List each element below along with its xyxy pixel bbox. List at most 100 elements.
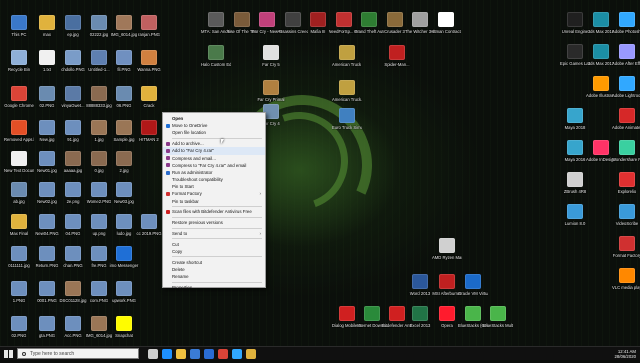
- menu-item-send-to[interactable]: Send to ›: [163, 230, 265, 237]
- desktop-icon-this-pc[interactable]: This PC: [4, 15, 34, 47]
- desktop-icon-chrome[interactable]: Google Chrome: [4, 86, 34, 118]
- desktop-icon-wanna[interactable]: Wanna.PNG: [134, 50, 164, 82]
- idm-icon: [364, 306, 380, 321]
- desktop-icon-word[interactable]: Word 2013: [405, 274, 435, 306]
- menu-item-rename[interactable]: Rename: [163, 273, 265, 280]
- desktop-icon-s0111[interactable]: 0111111.jpg: [4, 246, 34, 278]
- menu-item-add-to-far-cry-4-rar[interactable]: Add to "Far Cry 4.rar": [163, 147, 265, 155]
- desktop-icon-format-factory[interactable]: Format Factory: [612, 236, 640, 268]
- menu-item-compress-to-far-cry-4-rar-and-email[interactable]: Compress to "Far Cry 4.rar" and email: [163, 162, 265, 169]
- menu-item-format-factory[interactable]: Format Factory ›: [163, 190, 265, 197]
- desktop-icon-snapchat[interactable]: Snapchat: [109, 316, 139, 346]
- taskbar-chrome-icon[interactable]: [218, 349, 228, 359]
- menu-item-label: Properties: [172, 284, 193, 290]
- menu-item-restore-previous-versions[interactable]: Restore previous versions: [163, 219, 265, 226]
- menu-item-run-as-administrator[interactable]: Run as administrator: [163, 169, 265, 176]
- desktop-icon-aftereffects[interactable]: Adobe After Effects 2019: [612, 44, 640, 76]
- desktop-icon-maya2018[interactable]: Maya 2018: [560, 108, 590, 140]
- menu-item-create-shortcut[interactable]: Create shortcut: [163, 259, 265, 266]
- desktop-icon-ets2[interactable]: Euro Truck Simulator 2: [332, 108, 362, 140]
- desktop-icon-label: Hitman Contracts...: [430, 29, 461, 34]
- desktop-icon-amd[interactable]: AMD Ryzen Master: [432, 238, 462, 270]
- fil-icon: [116, 50, 132, 65]
- menu-item-properties[interactable]: Properties: [163, 284, 265, 291]
- menu-item-move-to-onedrive[interactable]: Move to OneDrive: [163, 122, 265, 129]
- menu-item-cut[interactable]: Cut: [163, 241, 265, 248]
- desktop-icon-imo[interactable]: imo Messenger: [109, 246, 139, 278]
- desktop-icon-f02b[interactable]: 02.PNG: [4, 316, 34, 346]
- desktop-icon-newtext[interactable]: New Text Document...: [4, 151, 34, 183]
- excel-icon: [412, 306, 428, 321]
- img6014b-icon: [91, 316, 107, 331]
- taskbar-search-box[interactable]: Type here to search: [17, 348, 139, 359]
- taskbar-mail-icon[interactable]: [204, 349, 214, 359]
- menu-item-compress-and-email[interactable]: Compress and email...: [163, 155, 265, 162]
- taskbar-photoshop-icon[interactable]: [232, 349, 242, 359]
- desktop-icon-recycle[interactable]: Recycle Bin: [4, 50, 34, 82]
- desktop-icon-excel[interactable]: Excel 2013: [405, 306, 435, 338]
- menu-item-add-to-archive[interactable]: Add to archive...: [163, 140, 265, 147]
- desktop-icon-animate[interactable]: Adobe Animate...: [612, 108, 640, 140]
- menu-item-label: Format Factory: [172, 191, 202, 197]
- desktop-icon-ab[interactable]: ab.jpg: [4, 182, 34, 214]
- desktop-icon-halo[interactable]: Halo Custom Edition: [201, 45, 231, 77]
- desktop-icon-explorelio[interactable]: Explorelio: [612, 172, 640, 204]
- desktop-icon-vlc[interactable]: VLC media player: [612, 268, 640, 300]
- fc-new-dawn-icon: [259, 12, 275, 27]
- taskbar-edge-icon[interactable]: [162, 349, 172, 359]
- desktop-icon-label: New03.jpg: [114, 199, 134, 204]
- desktop-icon-label: ab.jpg: [13, 199, 25, 204]
- desktop-icon-hitman[interactable]: HITMAN 2: [134, 120, 164, 152]
- menu-item-copy[interactable]: Copy: [163, 248, 265, 255]
- crack-icon: [141, 86, 157, 101]
- desktop-icon-videoscribe[interactable]: VideoScribe: [612, 204, 640, 236]
- menu-item-open-file-location[interactable]: Open file location: [163, 129, 265, 136]
- desktop-icon-upwork[interactable]: upwork.PNG: [109, 281, 139, 313]
- desktop-icon-zbrush[interactable]: ZBrush 4R8: [560, 172, 590, 204]
- desktop-icon-maxfinal[interactable]: Max Final: [4, 214, 34, 246]
- dialog-icon: [339, 306, 355, 321]
- desktop-icon-lumion[interactable]: Lumion 8.0: [560, 204, 590, 236]
- zbrush-icon: [567, 172, 583, 187]
- desktop-icon-wondershare[interactable]: Wondershare Filmora: [612, 140, 640, 172]
- sample-icon: [116, 120, 132, 135]
- taskbar-task-view-icon[interactable]: [148, 349, 158, 359]
- desktop-icon-fc5[interactable]: Far Cry 5: [256, 45, 286, 77]
- clock-date[interactable]: 28/06/2020: [614, 354, 636, 360]
- desktop-icon-ranjan[interactable]: ranjan.PNG: [134, 15, 164, 47]
- desktop-icon-vbox[interactable]: Oracle VM VirtualBox: [458, 274, 488, 306]
- menu-item-open[interactable]: Open: [163, 115, 265, 122]
- menu-item-delete[interactable]: Delete: [163, 266, 265, 273]
- menu-item-label: Open: [172, 116, 184, 121]
- menu-item-pin-to-start[interactable]: Pin to Start: [163, 183, 265, 190]
- desktop-icon-f1png[interactable]: 1.PNG: [4, 281, 34, 313]
- desktop-icon-label: Explorelio: [617, 189, 637, 194]
- desktop-icon-photoshop[interactable]: Adobe Photosh...: [612, 12, 640, 44]
- desktop-icon-hitman-abs[interactable]: Hitman Contracts...: [431, 12, 461, 44]
- taskbar-store-icon[interactable]: [190, 349, 200, 359]
- desktop-icon-3dsmax2017[interactable]: 3ds Max 2017: [586, 44, 616, 76]
- desktop-icon-bluestacks-multi[interactable]: BlueStacks Multi-Insta...: [483, 306, 513, 338]
- menu-item-scan-files-with-bitdefender-antivirus-free[interactable]: Scan files with Bitdefender Antivirus Fr…: [163, 208, 265, 215]
- aaaaa-icon: [65, 151, 81, 166]
- desktop-icon-ats[interactable]: American Truck Si...: [332, 45, 362, 77]
- menu-item-pin-to-taskbar[interactable]: Pin to taskbar: [163, 198, 265, 205]
- taskbar-explorer2-icon[interactable]: [246, 349, 256, 359]
- desktop-icon-lightroom[interactable]: Adobe Lightroom...: [612, 76, 640, 108]
- this-pc-icon: [11, 15, 27, 30]
- menu-item-label: Delete: [172, 266, 185, 272]
- desktop-icon-crack[interactable]: Crack: [134, 86, 164, 118]
- maxfinal-icon: [11, 214, 27, 229]
- taskbar-file-explorer-icon[interactable]: [176, 349, 186, 359]
- desktop-icon-spider[interactable]: Spider-Man...: [382, 45, 412, 77]
- desktop-icon-removed[interactable]: Removed Apps.html: [4, 120, 34, 152]
- hitman-abs-icon: [437, 12, 454, 27]
- desktop-icon-label: Excel 2013: [409, 323, 431, 328]
- f0222-icon: [91, 15, 107, 30]
- desktop-icon-f2jpg[interactable]: 2.jpg: [109, 151, 139, 183]
- menu-item-troubleshoot-compatibility[interactable]: Troubleshoot compatibility: [163, 176, 265, 183]
- menu-item-label: Add to archive...: [172, 141, 204, 147]
- desktop-icon-new03[interactable]: New03.jpg: [109, 182, 139, 214]
- desktop-icon-cc2019[interactable]: cc 2019.PNG: [134, 214, 164, 246]
- windows-start-icon[interactable]: [4, 350, 13, 358]
